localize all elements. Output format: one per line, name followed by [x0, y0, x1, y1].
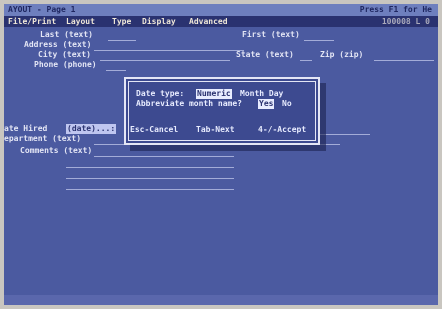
field-first-line[interactable] [304, 40, 334, 41]
status-position: 100008 L 0 [381, 17, 430, 26]
bottom-status-strip [4, 295, 438, 305]
field-last-label: Last (text) [40, 30, 93, 39]
menu-bar: File/Print Layout Type Display Advanced … [4, 16, 438, 27]
field-zip-label: Zip (zip) [320, 50, 364, 59]
field-state-line[interactable] [300, 60, 312, 61]
field-state-label: State (text) [236, 50, 294, 59]
field-date-hired-label: ate Hired [4, 124, 48, 133]
field-phone-label: Phone (phone) [34, 60, 97, 69]
comments-line-2[interactable] [66, 167, 234, 168]
field-first-label: First (text) [242, 30, 300, 39]
menu-type[interactable]: Type [112, 16, 131, 27]
field-phone-line[interactable] [106, 70, 126, 71]
accept-hint[interactable]: 4-/-Accept [258, 125, 306, 135]
field-date-hired-line[interactable] [320, 134, 370, 135]
menu-layout[interactable]: Layout [66, 16, 95, 27]
abbreviate-label: Abbreviate month name? [136, 99, 242, 108]
help-hint: Press F1 for He [359, 5, 432, 14]
field-address-line[interactable] [94, 50, 244, 51]
field-city-label: City (text) [38, 50, 91, 59]
next-hint[interactable]: Tab-Next [196, 125, 235, 135]
field-date-hired-value[interactable]: (date)...: [66, 124, 117, 134]
field-department-line[interactable] [94, 144, 124, 145]
comments-line-3[interactable] [66, 178, 234, 179]
abbreviate-yes-option[interactable]: Yes [258, 99, 275, 109]
field-comments-label: Comments (text) [20, 146, 93, 155]
date-format-dialog: Date type: Numeric Month Day Abbreviate … [124, 77, 320, 145]
comments-line-4[interactable] [66, 189, 234, 190]
date-type-monthday-option[interactable]: Month Day [240, 89, 283, 99]
menu-advanced[interactable]: Advanced [189, 16, 228, 27]
date-type-label: Date type: [136, 89, 185, 98]
abbreviate-no-option[interactable]: No [282, 99, 292, 109]
cancel-hint[interactable]: Esc-Cancel [130, 125, 178, 135]
field-last-line[interactable] [108, 40, 136, 41]
menu-file-print[interactable]: File/Print [8, 16, 56, 27]
field-city-line[interactable] [100, 60, 230, 61]
terminal-screen: AYOUT - Page 1 Press F1 for He File/Prin… [4, 4, 438, 305]
menu-display[interactable]: Display [142, 16, 176, 27]
field-zip-line[interactable] [374, 60, 434, 61]
field-department-label: epartment (text) [4, 134, 82, 143]
title-bar: AYOUT - Page 1 Press F1 for He [4, 4, 438, 16]
field-address-label: Address (text) [24, 40, 92, 49]
window-title: AYOUT - Page 1 [8, 5, 76, 14]
comments-line-1[interactable] [94, 156, 234, 157]
date-type-numeric-option[interactable]: Numeric [196, 89, 232, 99]
